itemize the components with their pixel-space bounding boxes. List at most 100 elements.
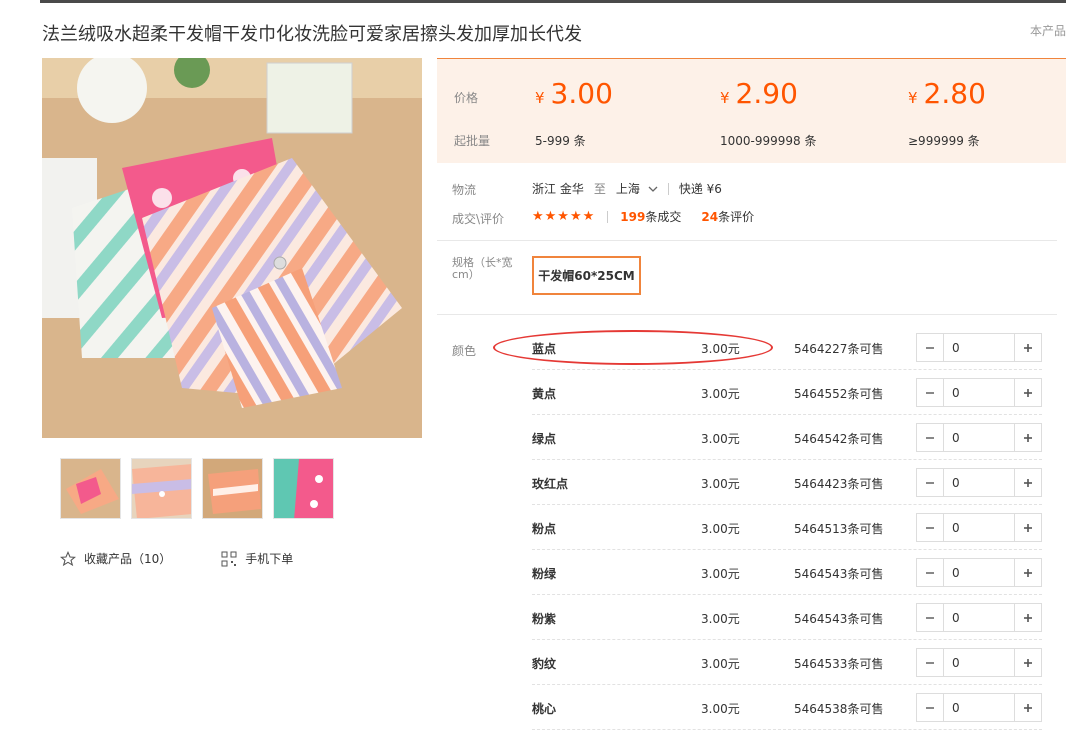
color-row: 豹纹 3.00元 5464533条可售 0 [532, 640, 1042, 685]
thumbnail-3[interactable] [202, 458, 263, 519]
color-row: 粉点 3.00元 5464513条可售 0 [532, 505, 1042, 550]
color-name: 粉紫 [532, 612, 557, 626]
increment-button[interactable] [1014, 334, 1041, 361]
quantity-input[interactable]: 0 [944, 379, 1014, 406]
shipping-fee: 快递 ¥6 [678, 182, 722, 196]
color-stock: 5464533条可售 [794, 657, 884, 671]
decrement-button[interactable] [917, 379, 944, 406]
decrement-button[interactable] [917, 514, 944, 541]
increment-button[interactable] [1014, 604, 1041, 631]
quantity-input[interactable]: 0 [944, 469, 1014, 496]
logistics-row: 浙江 金华 至 上海 快递 ¥6 [532, 180, 722, 197]
quantity-input[interactable]: 0 [944, 559, 1014, 586]
spec-option-selected[interactable]: 干发帽60*25CM [532, 256, 641, 295]
price-panel: 价格 起批量 ¥3.00 ¥2.90 ¥2.80 5-999 条 1000-99… [437, 58, 1066, 163]
minus-icon [926, 661, 934, 664]
color-name: 绿点 [532, 432, 557, 446]
thumbnail-2[interactable] [131, 458, 192, 519]
divider [667, 182, 669, 195]
thumbnail-4[interactable] [273, 458, 334, 519]
decrement-button[interactable] [917, 559, 944, 586]
chevron-down-icon [648, 186, 658, 192]
product-title: 法兰绒吸水超柔干发帽干发巾化妆洗脸可爱家居擦头发加厚加长代发 [42, 24, 582, 45]
decrement-button[interactable] [917, 334, 944, 361]
increment-button[interactable] [1014, 469, 1041, 496]
increment-button[interactable] [1014, 379, 1041, 406]
minus-icon [926, 706, 934, 709]
decrement-button[interactable] [917, 694, 944, 721]
color-price: 3.00元 [701, 522, 740, 536]
quantity-input[interactable]: 0 [944, 424, 1014, 451]
color-name: 粉绿 [532, 567, 557, 581]
minus-icon [926, 481, 934, 484]
color-row: 粉绿 3.00元 5464543条可售 0 [532, 550, 1042, 595]
ship-from: 浙江 金华 [532, 182, 584, 196]
decrement-button[interactable] [917, 469, 944, 496]
logistics-label: 物流 [452, 183, 477, 197]
color-stock: 5464552条可售 [794, 387, 884, 401]
quantity-input[interactable]: 0 [944, 649, 1014, 676]
minus-icon [926, 346, 934, 349]
plus-icon [1024, 478, 1032, 487]
color-row: 桃心 3.00元 5464538条可售 0 [532, 685, 1042, 730]
minus-icon [926, 616, 934, 619]
price-tier-1: ¥3.00 [535, 77, 613, 110]
color-name: 玫红点 [532, 477, 569, 491]
quantity-stepper: 0 [916, 558, 1042, 587]
thumbnail-1[interactable] [60, 458, 121, 519]
plus-icon [1024, 433, 1032, 442]
color-price: 3.00元 [701, 657, 740, 671]
divider [607, 210, 609, 223]
increment-button[interactable] [1014, 514, 1041, 541]
quantity-stepper: 0 [916, 468, 1042, 497]
section-divider [437, 240, 1057, 241]
favorite-button[interactable]: 收藏产品（10） [60, 550, 171, 567]
price-tier-2: ¥2.90 [720, 77, 798, 110]
moq-label: 起批量 [454, 134, 491, 148]
quantity-input[interactable]: 0 [944, 694, 1014, 721]
range-tier-1: 5-999 条 [535, 134, 586, 148]
ship-to-select[interactable]: 上海 [616, 180, 658, 197]
rating-stars: ★★★★★ [532, 209, 596, 224]
increment-button[interactable] [1014, 649, 1041, 676]
quantity-stepper: 0 [916, 333, 1042, 362]
quantity-stepper: 0 [916, 693, 1042, 722]
reviews-count: 24 [701, 210, 719, 224]
range-tier-2: 1000-999998 条 [720, 134, 817, 148]
color-row: 粉紫 3.00元 5464543条可售 0 [532, 595, 1042, 640]
color-row: 绿点 3.00元 5464542条可售 0 [532, 415, 1042, 460]
price-tier-3: ¥2.80 [908, 77, 986, 110]
decrement-button[interactable] [917, 604, 944, 631]
quantity-input[interactable]: 0 [944, 514, 1014, 541]
reviews-link[interactable]: 24条评价 [701, 208, 754, 225]
color-price: 3.00元 [701, 702, 740, 716]
increment-button[interactable] [1014, 694, 1041, 721]
quantity-input[interactable]: 0 [944, 334, 1014, 361]
color-stock: 5464227条可售 [794, 342, 884, 356]
minus-icon [926, 526, 934, 529]
reviews-label: 成交\评价 [452, 212, 505, 226]
mobile-order-label: 手机下单 [245, 552, 294, 566]
increment-button[interactable] [1014, 424, 1041, 451]
color-row: 玫红点 3.00元 5464423条可售 0 [532, 460, 1042, 505]
plus-icon [1024, 523, 1032, 532]
mobile-order-button[interactable]: 手机下单 [221, 550, 293, 567]
color-name: 黄点 [532, 387, 557, 401]
color-stock: 5464538条可售 [794, 702, 884, 716]
color-stock: 5464423条可售 [794, 477, 884, 491]
main-product-image[interactable] [42, 58, 422, 438]
color-stock: 5464543条可售 [794, 612, 884, 626]
color-stock: 5464543条可售 [794, 567, 884, 581]
plus-icon [1024, 388, 1032, 397]
quantity-stepper: 0 [916, 513, 1042, 542]
top-border [40, 0, 1066, 3]
increment-button[interactable] [1014, 559, 1041, 586]
quantity-input[interactable]: 0 [944, 604, 1014, 631]
color-name: 桃心 [532, 702, 557, 716]
corner-note: 本产品 [1029, 24, 1066, 38]
to-word: 至 [593, 182, 606, 196]
decrement-button[interactable] [917, 649, 944, 676]
favorite-label: 收藏产品（10） [84, 552, 172, 566]
deals-link[interactable]: 199条成交 [620, 208, 681, 225]
decrement-button[interactable] [917, 424, 944, 451]
